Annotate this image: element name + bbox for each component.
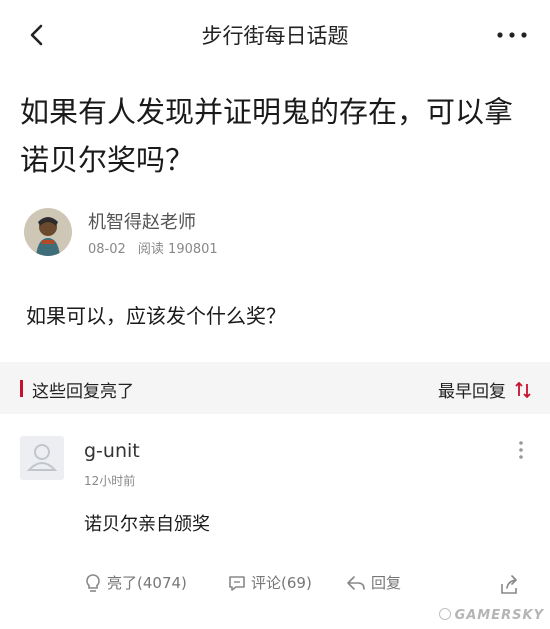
user-placeholder-icon [26,444,58,471]
comment-count: 评论(69) [251,574,312,592]
comment-button[interactable]: 评论(69) [228,572,312,593]
reply-icon [347,575,365,590]
watermark-text: GAMERSKY [454,608,544,623]
post-title: 如果有人发现并证明鬼的存在，可以拿诺贝尔奖吗？ [20,95,514,177]
author-info: 机智得赵老师 08-02 阅读 190801 [24,206,524,262]
author-name[interactable]: 机智得赵老师 [88,208,196,234]
watermark: GAMERSKY [438,608,544,623]
commenter-name[interactable]: g-unit [84,440,140,462]
more-vertical-icon [519,441,523,459]
more-horizontal-icon [497,32,527,38]
page-title: 步行街每日话题 [201,24,349,48]
section-label: 这些回复亮了 [32,382,134,402]
comment-actions: 亮了(4074) 评论(69) 回复 [84,572,534,600]
read-count: 阅读 190801 [137,242,218,257]
comment-more-button[interactable] [514,438,528,462]
comment-icon [229,575,245,591]
sort-arrows-icon [515,381,531,398]
more-options-button[interactable] [494,22,530,48]
post-date: 08-02 [88,242,126,257]
commenter-avatar[interactable] [20,436,64,480]
like-count: 亮了(4074) [107,574,187,592]
replies-section-header: 这些回复亮了 最早回复 [0,362,550,414]
top-nav-bar: 步行街每日话题 [0,0,550,70]
avatar-image [24,208,72,256]
author-avatar[interactable] [24,208,72,256]
reply-label: 回复 [371,574,402,592]
sort-button[interactable]: 最早回复 [438,377,532,402]
share-icon[interactable] [498,574,520,596]
comment-item: g-unit 12小时前 诺贝尔亲自颁奖 亮了(4074) 评论(69) 回复 [0,414,550,614]
comment-text: 诺贝尔亲自颁奖 [84,514,210,535]
reply-button[interactable]: 回复 [346,572,401,593]
watermark-logo-icon [438,608,451,620]
sort-label: 最早回复 [438,382,506,402]
author-meta: 08-02 阅读 190801 [88,238,226,257]
post-body: 如果可以，应该发个什么奖？ [26,304,286,328]
comment-time: 12小时前 [84,474,136,488]
lightbulb-icon [86,573,100,592]
section-accent-bar [20,380,23,397]
like-button[interactable]: 亮了(4074) [84,572,187,593]
